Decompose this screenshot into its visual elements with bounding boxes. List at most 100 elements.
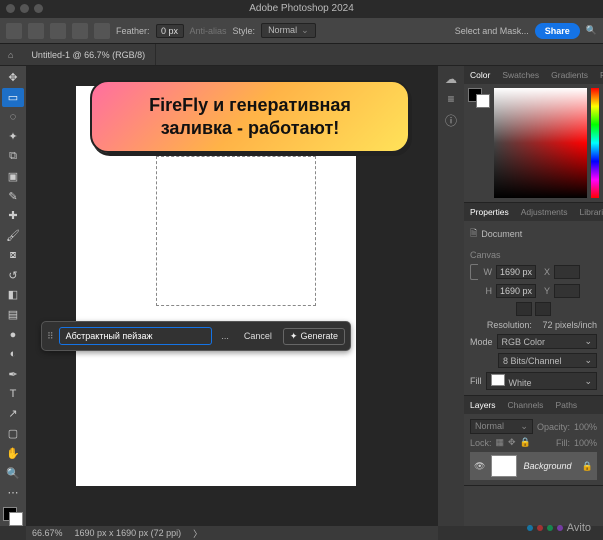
color-field[interactable] [494,88,587,198]
promo-callout: FireFly и генеративная заливка - работаю… [90,80,410,153]
marquee-mode-sub-icon[interactable] [72,23,88,39]
tab-swatches[interactable]: Swatches [496,66,545,84]
type-tool[interactable]: T [2,385,24,404]
options-bar: Feather: 0 px Anti-alias Style: Normal S… [0,18,603,44]
status-more-icon[interactable]: 〉 [193,527,202,540]
tab-layers[interactable]: Layers [464,396,502,414]
cc-libs-icon[interactable]: ☁ [445,72,457,86]
lasso-tool[interactable]: ◌ [2,108,24,127]
gradient-tool[interactable]: ▤ [2,305,24,324]
document-tab-bar: ⌂ Untitled-1 @ 66.7% (RGB/8) [0,44,603,66]
visibility-icon[interactable]: 👁 [474,461,485,472]
document-tab-label: Untitled-1 @ 66.7% (RGB/8) [31,50,145,60]
eyedropper-tool[interactable]: ✎ [2,187,24,206]
stamp-tool[interactable]: ⧇ [2,246,24,265]
genfill-generate-button[interactable]: ✦ Generate [283,328,345,345]
layer-fill-value[interactable]: 100% [574,438,597,448]
app-title: Adobe Photoshop 2024 [249,3,354,14]
search-icon[interactable]: 🔍 [586,25,597,36]
select-and-mask-button[interactable]: Select and Mask... [455,26,529,36]
tab-gradients[interactable]: Gradients [545,66,594,84]
document-tab[interactable]: Untitled-1 @ 66.7% (RGB/8) [21,44,156,65]
genfill-more-button[interactable]: ... [217,331,233,341]
marquee-mode-add-icon[interactable] [50,23,66,39]
tab-patterns[interactable]: Patterns [594,66,603,84]
x-label: X [540,267,550,277]
eraser-tool[interactable]: ◧ [2,286,24,305]
mode-select[interactable]: RGB Color⌄ [497,334,597,349]
history-brush-tool[interactable]: ↺ [2,266,24,285]
selection-marquee [156,156,316,306]
avito-label: Avito [567,522,591,534]
width-input[interactable] [496,265,536,279]
marquee-mode-new-icon[interactable] [28,23,44,39]
dodge-tool[interactable]: ◐ [2,345,24,364]
marquee-tool[interactable]: ▭ [2,88,24,107]
wand-tool[interactable]: ✦ [2,127,24,146]
tab-paths[interactable]: Paths [549,396,583,414]
style-select[interactable]: Normal [261,23,316,38]
shape-tool[interactable]: ▢ [2,424,24,443]
mode-label: Mode [470,337,493,347]
x-input[interactable] [554,265,580,279]
status-zoom[interactable]: 66.67% [32,528,63,538]
zoom-tool[interactable]: 🔍 [2,464,24,483]
avito-watermark: Avito [527,522,591,534]
generate-label: Generate [300,331,338,341]
layer-fill-label: Fill: [556,438,570,448]
layer-name: Background [523,461,571,471]
lock-pixels-icon[interactable]: ▦ [496,437,505,448]
mac-window-controls[interactable] [6,4,43,13]
tab-libraries[interactable]: Libraries [574,203,603,221]
heal-tool[interactable]: ✚ [2,206,24,225]
resolution-label: Resolution: [487,320,532,330]
doc-section-label: Document [481,229,522,239]
fg-bg-swatch[interactable] [3,507,23,526]
share-button[interactable]: Share [535,23,580,39]
more-tools[interactable]: ⋯ [2,483,24,502]
link-wh-icon[interactable] [470,264,478,280]
layers-panel: Layers Channels Paths Normal⌄ Opacity: 10… [464,396,603,486]
y-input[interactable] [554,284,580,298]
layer-row-background[interactable]: 👁 Background 🔒 [470,452,597,480]
genfill-prompt-input[interactable]: Абстрактный пейзаж [59,327,213,345]
color-fgbg-swatch[interactable] [468,88,490,108]
fill-select[interactable]: White⌄ [486,372,598,390]
marquee-mode-intersect-icon[interactable] [94,23,110,39]
height-input[interactable] [496,284,536,298]
move-tool[interactable]: ✥ [2,68,24,87]
tab-adjustments[interactable]: Adjustments [515,203,574,221]
home-icon[interactable]: ⌂ [0,50,21,60]
crop-tool[interactable]: ⧉ [2,147,24,166]
layer-thumb [491,455,517,477]
genbar-handle-icon[interactable]: ⠿ [47,331,54,342]
lock-all-icon[interactable]: 🔒 [520,437,531,448]
lock-icon[interactable]: 🔒 [582,461,593,472]
hand-tool[interactable]: ✋ [2,444,24,463]
tab-channels[interactable]: Channels [502,396,550,414]
bits-select[interactable]: 8 Bits/Channel⌄ [498,353,597,368]
opacity-label: Opacity: [537,422,570,432]
orient-landscape-icon[interactable] [535,302,551,316]
genfill-cancel-button[interactable]: Cancel [238,328,278,344]
frame-tool[interactable]: ▣ [2,167,24,186]
tool-preset-icon[interactable] [6,23,22,39]
orient-portrait-icon[interactable] [516,302,532,316]
feather-input[interactable]: 0 px [156,24,184,38]
hue-slider[interactable] [591,88,599,198]
tab-color[interactable]: Color [464,66,496,84]
pen-tool[interactable]: ✒ [2,365,24,384]
opacity-value[interactable]: 100% [574,422,597,432]
tab-properties[interactable]: Properties [464,203,515,221]
document-icon: 🗎 [470,226,477,242]
info-icon[interactable]: ⓘ [445,112,457,129]
history-icon[interactable]: ≡ [447,92,454,106]
blur-tool[interactable]: ● [2,325,24,344]
fill-label: Fill [470,376,482,386]
feather-label: Feather: [116,26,150,36]
lock-position-icon[interactable]: ✥ [508,437,516,448]
color-panel: Color Swatches Gradients Patterns [464,66,603,203]
path-tool[interactable]: ↗ [2,404,24,423]
blend-mode-select[interactable]: Normal⌄ [470,419,533,434]
brush-tool[interactable]: 🖌 [2,226,24,245]
